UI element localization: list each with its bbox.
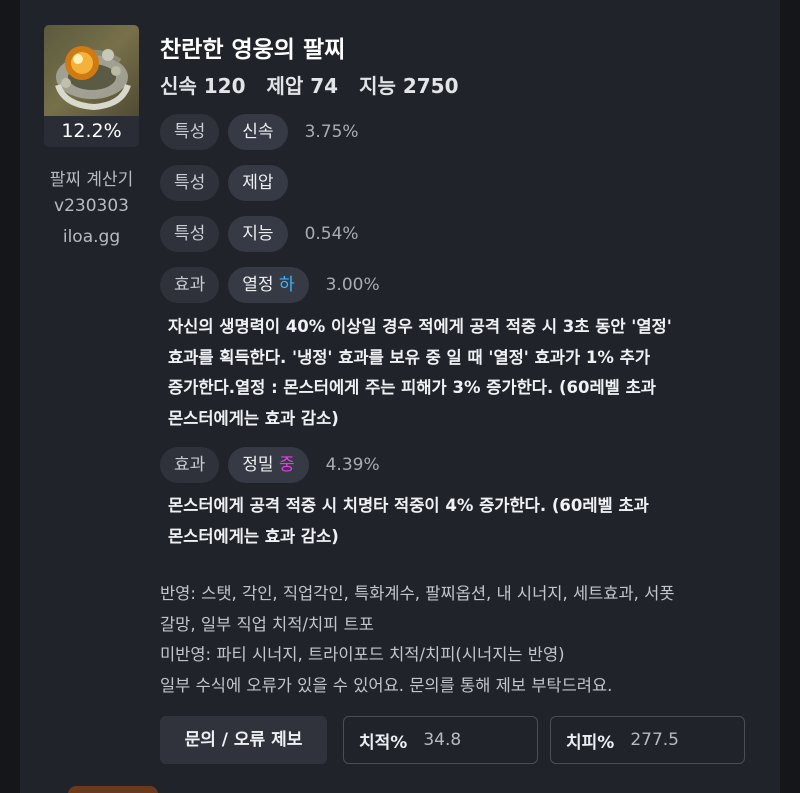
info-line: 반영: 스탯, 각인, 직업각인, 특화계수, 팔찌옵션, 내 시너지, 세트효… — [160, 584, 675, 603]
option-name: 정밀 — [242, 455, 274, 475]
bracelet-image — [44, 25, 139, 116]
stat-speed: 신속 120 — [160, 74, 246, 98]
option-value: 3.00% — [325, 275, 380, 295]
report-button[interactable]: 문의 / 오류 제보 — [160, 716, 327, 764]
option-name: 열정 — [242, 275, 274, 295]
option-name-badge: 신속 — [228, 114, 288, 150]
option-description: 몬스터에게 공격 적중 시 치명타 적중이 4% 증가한다. (60레벨 초과 … — [168, 491, 738, 552]
option-type-badge: 효과 — [160, 267, 220, 303]
crit-rate-input[interactable] — [421, 729, 516, 751]
crit-rate-field[interactable]: 치적% — [343, 716, 538, 764]
crit-damage-field[interactable]: 치피% — [550, 716, 745, 764]
description-line: 몬스터에게는 효과 감소) — [168, 408, 339, 428]
option-value: 3.75% — [304, 122, 359, 142]
description-line: 몬스터에게는 효과 감소) — [168, 526, 339, 546]
info-line: 갈망, 일부 직업 치적/치피 트포 — [160, 614, 374, 634]
site-link[interactable]: iloa.gg — [38, 227, 145, 247]
crit-damage-input[interactable] — [628, 729, 723, 751]
option-name-badge: 열정 하 — [228, 267, 309, 303]
option-name-badge: 지능 — [228, 216, 288, 252]
bracelet-card: 12.2% 팔찌 계산기 v230303 iloa.gg 찬란한 영웅의 팔찌 … — [20, 0, 780, 793]
info-notes: 반영: 스탯, 각인, 직업각인, 특화계수, 팔찌옵션, 내 시너지, 세트효… — [160, 579, 760, 701]
option-value: 4.39% — [325, 455, 380, 475]
option-grade: 하 — [278, 275, 295, 295]
bracelet-icon — [55, 46, 131, 111]
info-line: 일부 수식에 오류가 있을 수 있어요. 문의를 통해 제보 부탁드려요. — [160, 675, 613, 695]
description-line: 몬스터에게 공격 적중 시 치명타 적중이 4% 증가한다. (60레벨 초과 — [168, 496, 649, 515]
item-title: 찬란한 영웅의 팔찌 — [160, 37, 346, 63]
option-row: 효과 정밀 중 4.39% — [160, 447, 380, 483]
crit-rate-label: 치적% — [359, 732, 408, 753]
description-line: 자신의 생명력이 40% 이상일 경우 적에게 공격 적중 시 3초 동안 '열… — [168, 317, 672, 336]
stat-intelligence: 지능 2750 — [359, 74, 459, 98]
option-type-badge: 특성 — [160, 114, 220, 150]
option-description: 자신의 생명력이 40% 이상일 경우 적에게 공격 적중 시 3초 동안 '열… — [168, 312, 738, 434]
option-row: 특성 신속 3.75% — [160, 114, 359, 150]
item-stats: 신속 120 제압 74 지능 2750 — [160, 70, 473, 99]
stat-domination: 제압 74 — [266, 74, 339, 98]
app-name: 팔찌 계산기 — [49, 170, 134, 190]
next-card-peek — [68, 786, 158, 793]
crit-damage-label: 치피% — [566, 732, 615, 753]
bracelet-rate: 12.2% — [44, 116, 139, 147]
option-name-badge: 정밀 중 — [228, 447, 309, 483]
option-row: 특성 지능 0.54% — [160, 216, 359, 252]
option-row: 효과 열정 하 3.00% — [160, 267, 380, 303]
option-row: 특성 제압 — [160, 165, 305, 201]
app-version: v230303 — [54, 196, 129, 216]
option-type-badge: 특성 — [160, 165, 220, 201]
description-line: 효과를 획득한다. '냉정' 효과를 보유 중 일 때 '열정' 효과가 1% … — [168, 347, 650, 367]
option-name-badge: 제압 — [228, 165, 288, 201]
description-line: 증가한다.열정 : 몬스터에게 주는 피해가 3% 증가한다. (60레벨 초과 — [168, 378, 656, 397]
info-line: 미반영: 파티 시너지, 트라이포드 치적/치피(시너지는 반영) — [160, 645, 565, 664]
option-grade: 중 — [278, 455, 295, 475]
option-value: 0.54% — [304, 224, 359, 244]
option-type-badge: 효과 — [160, 447, 220, 483]
option-type-badge: 특성 — [160, 216, 220, 252]
